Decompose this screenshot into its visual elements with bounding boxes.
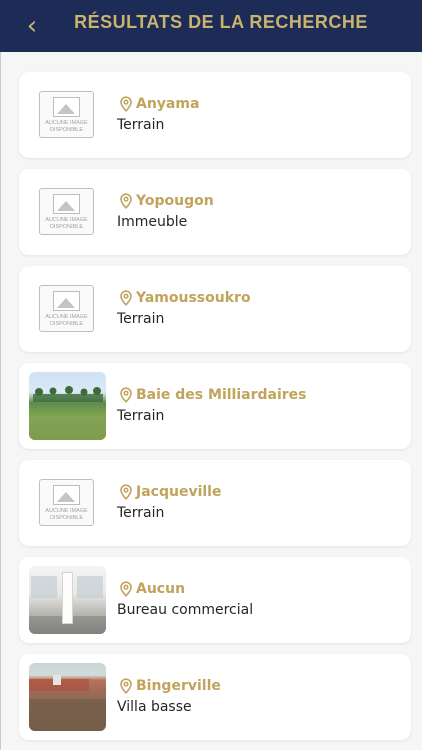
result-type: Immeuble — [117, 214, 188, 230]
location-row: Baie des Milliardaires — [119, 385, 307, 405]
no-image-placeholder: AUCUNE IMAGE DISPONIBLE — [39, 188, 94, 235]
no-image-placeholder: AUCUNE IMAGE DISPONIBLE — [39, 91, 94, 138]
result-city: Aucun — [136, 581, 186, 597]
result-city: Yopougon — [136, 193, 214, 209]
result-card[interactable]: Bingerville Villa basse — [19, 654, 411, 740]
result-type: Terrain — [117, 117, 165, 133]
property-photo — [29, 372, 106, 440]
result-card[interactable]: Aucun Bureau commercial — [19, 557, 411, 643]
palm-trees-graphic — [29, 386, 106, 440]
back-arrow-icon[interactable]: ‹ — [18, 10, 46, 42]
result-city: Yamoussoukro — [136, 290, 251, 306]
no-image-label: AUCUNE IMAGE DISPONIBLE — [45, 314, 88, 327]
office-column-graphic — [62, 572, 73, 624]
location-pin-icon — [120, 387, 132, 403]
location-row: Yamoussoukro — [119, 288, 251, 308]
no-image-label: AUCUNE IMAGE DISPONIBLE — [45, 120, 88, 133]
result-city: Baie des Milliardaires — [136, 387, 307, 403]
result-card[interactable]: AUCUNE IMAGE DISPONIBLE Anyama Terrain — [19, 72, 411, 158]
location-pin-icon — [120, 581, 132, 597]
app-header: ‹ RÉSULTATS DE LA RECHERCHE — [0, 0, 422, 52]
no-image-placeholder: AUCUNE IMAGE DISPONIBLE — [39, 479, 94, 526]
result-type: Bureau commercial — [117, 602, 254, 618]
location-row: Anyama — [119, 94, 199, 114]
result-city: Bingerville — [136, 678, 221, 694]
property-photo — [29, 566, 106, 634]
no-image-label: AUCUNE IMAGE DISPONIBLE — [45, 508, 88, 521]
result-type: Terrain — [117, 311, 165, 327]
image-placeholder-icon — [53, 291, 80, 311]
villa-lot-graphic — [29, 679, 106, 731]
location-row: Aucun — [119, 579, 185, 599]
image-placeholder-icon — [53, 194, 80, 214]
no-image-label: AUCUNE IMAGE DISPONIBLE — [45, 217, 88, 230]
result-card[interactable]: Baie des Milliardaires Terrain — [19, 363, 411, 449]
result-city: Jacqueville — [136, 484, 222, 500]
location-row: Yopougon — [119, 191, 214, 211]
house-door-graphic — [53, 675, 61, 685]
image-placeholder-icon — [53, 485, 80, 505]
location-pin-icon — [120, 193, 132, 209]
page-title: RÉSULTATS DE LA RECHERCHE — [74, 12, 368, 32]
result-city: Anyama — [136, 96, 200, 112]
location-pin-icon — [120, 290, 132, 306]
result-card[interactable]: AUCUNE IMAGE DISPONIBLE Yamoussoukro Ter… — [19, 266, 411, 352]
image-placeholder-icon — [53, 97, 80, 117]
result-card[interactable]: AUCUNE IMAGE DISPONIBLE Yopougon Immeubl… — [19, 169, 411, 255]
results-list[interactable]: AUCUNE IMAGE DISPONIBLE Anyama Terrain A… — [0, 52, 422, 750]
property-photo — [29, 663, 106, 731]
result-type: Villa basse — [117, 699, 192, 715]
location-pin-icon — [120, 678, 132, 694]
location-row: Jacqueville — [119, 482, 221, 502]
location-pin-icon — [120, 484, 132, 500]
result-card[interactable]: AUCUNE IMAGE DISPONIBLE Jacqueville Terr… — [19, 460, 411, 546]
location-pin-icon — [120, 96, 132, 112]
no-image-placeholder: AUCUNE IMAGE DISPONIBLE — [39, 285, 94, 332]
result-type: Terrain — [117, 408, 165, 424]
location-row: Bingerville — [119, 676, 221, 696]
result-type: Terrain — [117, 505, 165, 521]
